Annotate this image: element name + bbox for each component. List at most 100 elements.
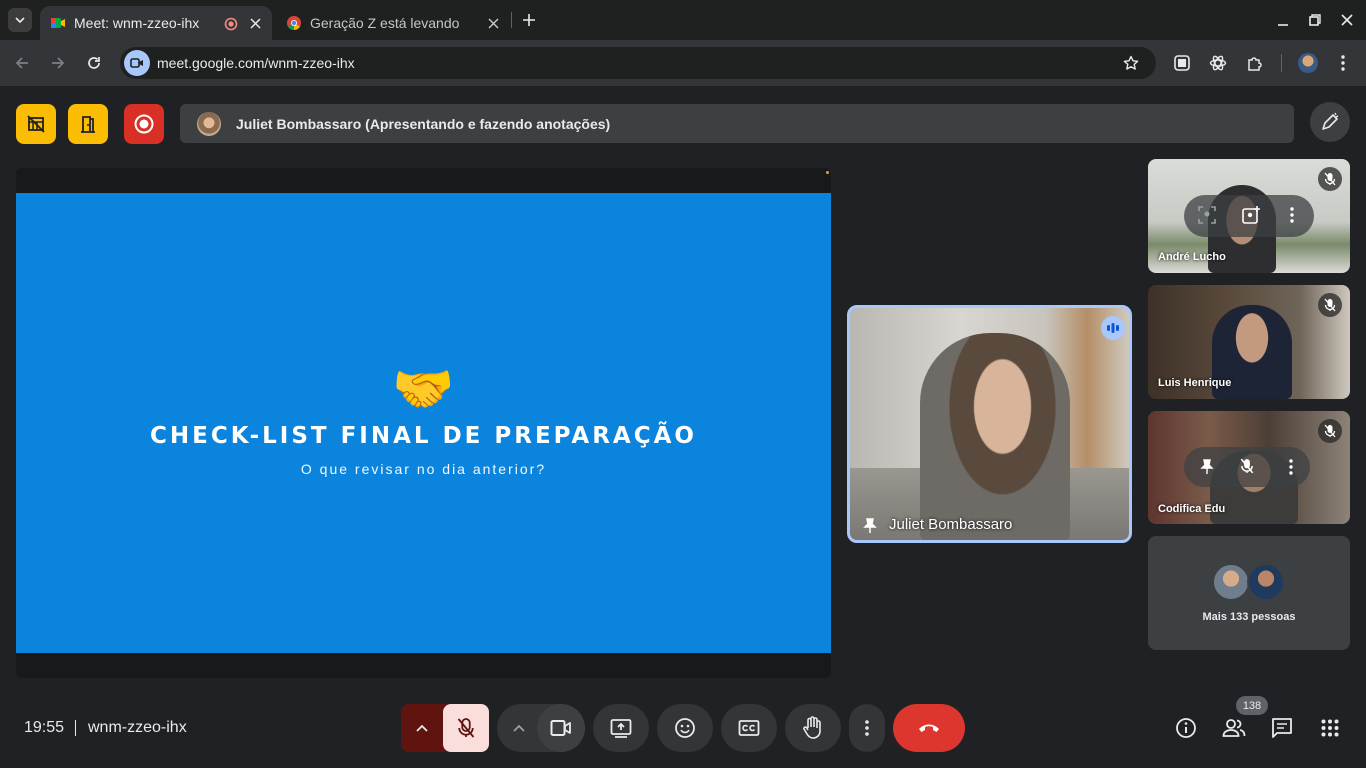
- more-icon[interactable]: [1288, 459, 1294, 475]
- plus-icon[interactable]: [522, 13, 536, 27]
- more-options-button[interactable]: [849, 704, 885, 752]
- extensions-icon[interactable]: [1246, 54, 1264, 72]
- breakout-rooms-button[interactable]: [68, 104, 108, 144]
- close-icon[interactable]: [250, 18, 261, 29]
- chrome-icon: [287, 16, 301, 30]
- star-icon[interactable]: [1123, 55, 1139, 71]
- forward-icon[interactable]: [50, 55, 66, 71]
- reload-icon[interactable]: [86, 55, 102, 71]
- tab-search-button[interactable]: [8, 8, 32, 32]
- participant-name: Luis Henrique: [1158, 377, 1232, 389]
- speaking-icon: [1107, 323, 1119, 333]
- tab-strip: Meet: wnm-zzeo-ihx Geração Z está levand…: [0, 0, 1366, 40]
- present-button[interactable]: [593, 704, 649, 752]
- mic-group: [401, 704, 489, 752]
- video-icon: [130, 58, 143, 68]
- video-person: [920, 333, 1070, 540]
- meeting-code: wnm-zzeo-ihx: [88, 719, 187, 736]
- participant-tile[interactable]: Codifica Edu: [1148, 411, 1350, 524]
- featured-speaker-tile[interactable]: Juliet Bombassaro: [847, 305, 1132, 543]
- participant-name: Juliet Bombassaro: [889, 516, 1013, 533]
- mute-indicator: [1318, 293, 1342, 317]
- chevron-up-icon: [416, 724, 428, 732]
- tab-article[interactable]: Geração Z está levando: [276, 6, 508, 40]
- tab-divider: [511, 12, 512, 28]
- camera-icon: [550, 720, 571, 736]
- tab-title: Geração Z está levando: [310, 15, 460, 31]
- record-icon: [134, 114, 154, 134]
- toolbar-divider: [1281, 54, 1282, 72]
- minimize-icon[interactable]: [1277, 15, 1289, 27]
- audio-options-button[interactable]: [401, 704, 443, 752]
- avatar: [1247, 563, 1285, 601]
- reactions-button[interactable]: [657, 704, 713, 752]
- meet-icon: [51, 18, 65, 28]
- camera-group: [497, 704, 585, 752]
- chevron-up-icon: [513, 724, 525, 732]
- presenter-banner-text: Juliet Bombassaro (Apresentando e fazend…: [236, 115, 611, 132]
- shared-slide: 🤝 CHECK-LIST FINAL DE PREPARAÇÃO O que r…: [16, 193, 831, 653]
- close-icon[interactable]: [488, 18, 499, 29]
- profile-avatar[interactable]: [1298, 53, 1318, 73]
- activities-button[interactable]: [1308, 706, 1352, 750]
- chat-button[interactable]: [1260, 706, 1304, 750]
- annotate-button[interactable]: [1310, 102, 1350, 142]
- chat-icon: [1272, 718, 1292, 738]
- pin-icon[interactable]: [1200, 459, 1214, 475]
- close-icon[interactable]: [1341, 14, 1353, 26]
- participant-tile[interactable]: André Lucho: [1148, 159, 1350, 273]
- more-people-tile[interactable]: Mais 133 pessoas: [1148, 536, 1350, 650]
- hangup-icon: [919, 724, 939, 732]
- mute-indicator: [1318, 419, 1342, 443]
- more-icon: [865, 720, 869, 736]
- avatar: [197, 111, 221, 136]
- leave-call-button[interactable]: [893, 704, 965, 752]
- extension-icon[interactable]: [1173, 54, 1191, 72]
- mic-off-icon: [457, 718, 475, 738]
- presentation-stage: 🤝 CHECK-LIST FINAL DE PREPARAÇÃO O que r…: [16, 168, 831, 678]
- tab-meet[interactable]: Meet: wnm-zzeo-ihx: [40, 6, 272, 40]
- cover-icon: [27, 115, 45, 133]
- slide-subtitle: O que revisar no dia anterior?: [300, 461, 547, 477]
- add-image-icon[interactable]: [1241, 205, 1261, 225]
- people-icon: [1222, 719, 1246, 737]
- door-icon: [81, 116, 95, 133]
- captions-icon: [738, 720, 760, 736]
- mic-off-icon: [1324, 172, 1336, 186]
- framing-icon[interactable]: [1197, 205, 1217, 225]
- meeting-clock: 19:55: [24, 719, 65, 736]
- menu-icon[interactable]: [1337, 54, 1349, 72]
- people-count: 138: [1242, 699, 1262, 712]
- participant-tile[interactable]: Luis Henrique: [1148, 285, 1350, 399]
- avatar: [1212, 563, 1250, 601]
- record-dot-icon: [224, 17, 238, 31]
- url-text: meet.google.com/wnm-zzeo-ihx: [157, 55, 355, 71]
- video-options-button[interactable]: [497, 704, 541, 752]
- site-info-button[interactable]: [124, 50, 150, 76]
- recording-button[interactable]: [124, 104, 164, 144]
- camera-toggle-button[interactable]: [537, 704, 585, 752]
- back-icon[interactable]: [14, 55, 30, 71]
- raise-hand-button[interactable]: [785, 704, 841, 752]
- pin-icon[interactable]: [863, 518, 877, 534]
- mic-off-icon: [1324, 424, 1336, 438]
- participant-name: Codifica Edu: [1158, 503, 1226, 515]
- emoji-icon: [675, 718, 695, 738]
- more-icon[interactable]: [1289, 207, 1295, 223]
- captions-button[interactable]: [721, 704, 777, 752]
- info-icon: [1176, 718, 1196, 738]
- restore-icon[interactable]: [1309, 14, 1321, 26]
- handshake-emoji: 🤝: [392, 361, 455, 417]
- mic-off-icon: [1324, 298, 1336, 312]
- microphone-toggle-button[interactable]: [443, 704, 489, 752]
- tab-title: Meet: wnm-zzeo-ihx: [74, 15, 200, 31]
- present-icon: [610, 719, 632, 738]
- speaking-indicator: [1101, 316, 1125, 340]
- address-bar[interactable]: meet.google.com/wnm-zzeo-ihx: [120, 47, 1156, 79]
- meeting-details-button[interactable]: [1164, 706, 1208, 750]
- slide-title: CHECK-LIST FINAL DE PREPARAÇÃO: [150, 423, 697, 449]
- divider: [75, 720, 76, 736]
- mic-off-icon[interactable]: [1240, 458, 1254, 474]
- extension-icon[interactable]: [1209, 54, 1227, 72]
- companion-mode-button[interactable]: [16, 104, 56, 144]
